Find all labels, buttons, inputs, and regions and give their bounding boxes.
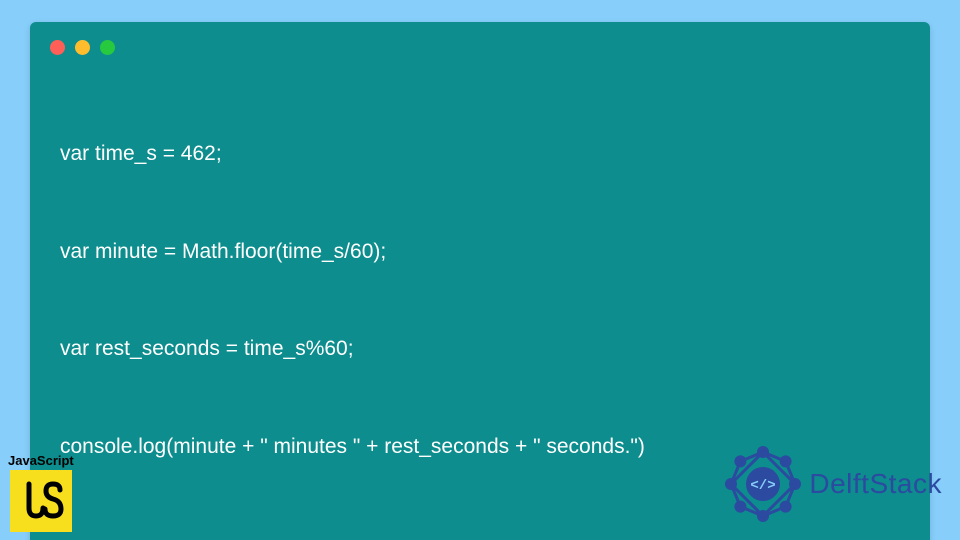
- window-titlebar: [50, 40, 910, 55]
- emblem-inner-text: </>: [751, 478, 776, 494]
- javascript-logo-icon: [10, 470, 72, 532]
- javascript-badge: JavaScript: [8, 453, 74, 532]
- code-line: var time_s = 462;: [60, 138, 910, 171]
- minimize-dot-icon: [75, 40, 90, 55]
- close-dot-icon: [50, 40, 65, 55]
- code-line: var minute = Math.floor(time_s/60);: [60, 236, 910, 269]
- javascript-label: JavaScript: [8, 453, 74, 468]
- delftstack-emblem-icon: </>: [723, 444, 803, 524]
- delftstack-badge: </> DelftStack: [723, 444, 942, 524]
- maximize-dot-icon: [100, 40, 115, 55]
- code-line: var rest_seconds = time_s%60;: [60, 333, 910, 366]
- delftstack-text: DelftStack: [809, 468, 942, 500]
